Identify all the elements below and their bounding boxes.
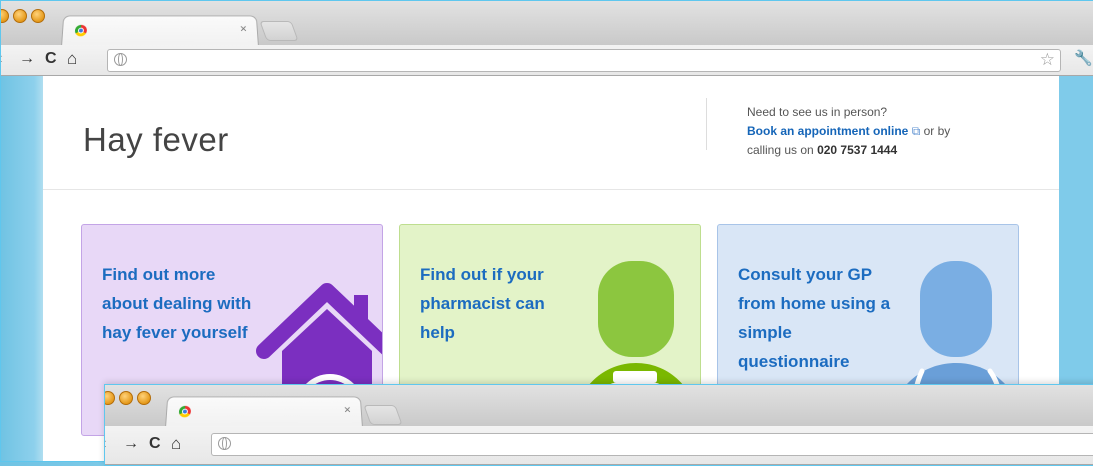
- browser-toolbar: ‹ → C ⌂ ☆ 🔧: [1, 45, 1093, 76]
- close-window-button[interactable]: [1, 9, 9, 23]
- minimize-window-button[interactable]: [119, 391, 133, 405]
- reload-icon[interactable]: C: [149, 435, 161, 453]
- title-bar: ×: [1, 1, 1093, 47]
- page-header: Hay fever Need to see us in person? Book…: [43, 76, 1059, 190]
- or-by-text: or by: [923, 124, 951, 138]
- address-bar-front[interactable]: [211, 433, 1093, 456]
- phone-number: 020 7537 1444: [817, 143, 898, 157]
- chrome-favicon-icon: [74, 24, 88, 37]
- contact-info: Need to see us in person? Book an appoin…: [747, 103, 1027, 160]
- title-bar-front: ×: [105, 385, 1093, 428]
- gp-card-text: Consult your GP from home using a simple…: [738, 265, 891, 371]
- globe-icon: [218, 437, 231, 450]
- browser-toolbar-front: ‹ → C ⌂: [105, 426, 1093, 465]
- tab-close-icon[interactable]: ×: [344, 403, 352, 416]
- home-icon[interactable]: ⌂: [67, 50, 77, 68]
- self-care-card-text: Find out more about dealing with hay fev…: [102, 265, 252, 342]
- maximize-window-button[interactable]: [31, 9, 45, 23]
- home-icon[interactable]: ⌂: [171, 435, 181, 453]
- external-link-icon: ⧉: [911, 124, 921, 138]
- close-window-button[interactable]: [105, 391, 115, 405]
- header-divider: [706, 98, 707, 150]
- browser-tab-front[interactable]: ×: [165, 396, 363, 428]
- calling-text: calling us on: [747, 143, 814, 157]
- back-icon[interactable]: ‹: [1, 50, 2, 68]
- back-icon[interactable]: ‹: [105, 435, 106, 453]
- maximize-window-button[interactable]: [137, 391, 151, 405]
- tab-close-icon[interactable]: ×: [240, 22, 248, 35]
- minimize-window-button[interactable]: [13, 9, 27, 23]
- wrench-menu-icon[interactable]: 🔧: [1074, 49, 1093, 67]
- browser-tab[interactable]: ×: [61, 15, 259, 47]
- window-controls: [1, 9, 45, 23]
- new-tab-button[interactable]: [259, 21, 299, 41]
- globe-icon: [114, 53, 127, 66]
- browser-window-front: × ‹ → C ⌂: [104, 384, 1093, 466]
- pharmacist-card-text: Find out if your pharmacist can help: [420, 265, 545, 342]
- chrome-favicon-icon: [178, 405, 192, 418]
- reload-icon[interactable]: C: [45, 50, 57, 68]
- address-bar[interactable]: ☆: [107, 49, 1061, 72]
- contact-line1: Need to see us in person?: [747, 105, 888, 119]
- page-title: Hay fever: [83, 121, 229, 159]
- bookmark-star-icon[interactable]: ☆: [1040, 50, 1055, 70]
- forward-icon[interactable]: →: [19, 50, 35, 68]
- book-appointment-link[interactable]: Book an appointment online: [747, 124, 908, 138]
- window-controls-front: [105, 391, 151, 405]
- forward-icon[interactable]: →: [123, 435, 139, 453]
- new-tab-button[interactable]: [363, 405, 403, 425]
